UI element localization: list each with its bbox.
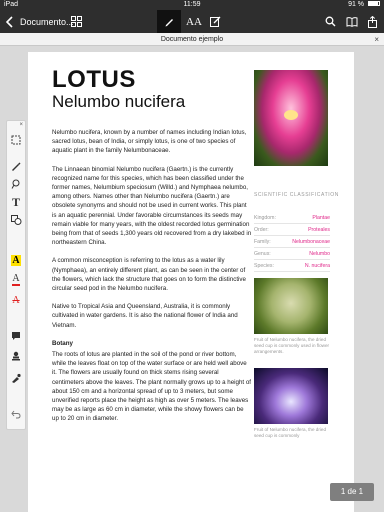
comment-icon — [12, 332, 20, 340]
search-button[interactable] — [322, 10, 338, 33]
classification-value: Plantae — [312, 214, 330, 221]
strikethrough-tool[interactable]: A — [7, 293, 25, 307]
underline-tool[interactable]: A — [7, 273, 25, 287]
battery-indicator: 91 % — [348, 0, 380, 10]
paragraph: A common misconception is referring to t… — [52, 257, 246, 293]
text-tool[interactable]: T — [7, 195, 25, 209]
document-title[interactable]: Documento... — [20, 10, 74, 33]
comment-tool[interactable] — [7, 329, 25, 343]
underline-icon: A — [12, 273, 20, 286]
lotus-bud-image — [254, 368, 328, 424]
page-subtitle: Nelumbo nucifera — [52, 92, 186, 111]
annotation-palette[interactable]: × T A A A — [6, 120, 26, 430]
edit-button[interactable] — [206, 10, 224, 33]
highlight-tool[interactable]: A — [7, 253, 25, 267]
pencil-icon — [12, 162, 21, 171]
classification-value: Nelumbo — [309, 250, 330, 257]
stamp-icon — [12, 351, 20, 361]
select-tool[interactable] — [7, 133, 25, 147]
search-icon — [325, 16, 335, 27]
classification-key: Kingdom: — [254, 214, 276, 221]
strikethrough-icon: A — [12, 294, 20, 306]
paragraph: The Linnaean binomial Nelumbo nucifera (… — [52, 165, 252, 247]
lasso-tool[interactable] — [7, 177, 25, 191]
classification-value: Proteales — [308, 226, 330, 233]
classification-row: Family: Nelumbonaceae — [254, 236, 330, 248]
classification-key: Order: — [254, 226, 269, 233]
classification-row: Genus: Nelumbo — [254, 248, 330, 260]
classification-key: Species: — [254, 262, 274, 269]
classification-key: Genus: — [254, 250, 271, 257]
highlight-icon: A — [11, 254, 21, 266]
paragraph: Nelumbo nucifera, known by a number of n… — [52, 129, 247, 155]
status-bar: iPad 11:59 91 % — [0, 0, 384, 10]
paragraph: Native to Tropical Asia and Queensland, … — [52, 303, 238, 329]
undo-tool[interactable] — [7, 407, 25, 421]
select-icon — [11, 135, 21, 145]
classification-table: Kingdom: Plantae Order: Proteales Family: N… — [254, 212, 330, 272]
classification-value: Nelumbonaceae — [292, 238, 330, 245]
stamp-tool[interactable] — [7, 349, 25, 363]
clock: 11:59 — [183, 1, 201, 8]
thumbnails-button[interactable] — [68, 10, 84, 33]
pen-icon — [165, 19, 173, 27]
signature-tool[interactable] — [7, 371, 25, 385]
document-name: Documento ejemplo — [160, 36, 224, 43]
pencil-tool[interactable] — [7, 159, 25, 173]
book-icon — [346, 16, 358, 27]
document-page[interactable]: LOTUS Nelumbo nucifera Nelumbo nucifera,… — [28, 52, 354, 512]
close-document-button[interactable]: × — [374, 33, 379, 46]
battery-icon — [368, 0, 380, 6]
signature-icon — [12, 373, 21, 383]
chevron-left-icon — [6, 15, 13, 28]
grid-icon — [70, 16, 82, 27]
lotus-flower-image — [254, 70, 328, 166]
classification-row: Species: N. nucifera — [254, 260, 330, 272]
undo-icon — [11, 410, 21, 419]
back-button[interactable] — [4, 10, 16, 33]
image-caption: Fruit of Nelumbo nucifera, the dried see… — [254, 337, 330, 354]
lasso-icon — [11, 179, 20, 189]
palette-close-button[interactable]: × — [19, 122, 23, 128]
section-heading-botany: Botany — [52, 339, 73, 347]
flower-center — [284, 110, 298, 120]
page-title: LOTUS — [52, 66, 136, 93]
document-name-bar: Documento ejemplo × — [0, 33, 384, 46]
shapes-tool[interactable] — [7, 213, 25, 227]
edit-icon — [209, 16, 220, 27]
share-button[interactable] — [364, 10, 380, 33]
seed-pod-image — [254, 278, 328, 334]
image-caption: Fruit of Nelumbo nucifera, the dried see… — [254, 427, 327, 438]
battery-percent: 91 % — [348, 1, 365, 8]
text-size-button[interactable]: AA — [184, 10, 204, 33]
classification-title: SCIENTIFIC CLASSIFICATION — [254, 192, 339, 198]
page-indicator: 1 de 1 — [330, 483, 374, 501]
outline-button[interactable] — [344, 10, 360, 33]
article-body: Nelumbo nucifera, known by a number of n… — [52, 128, 252, 433]
share-icon — [367, 15, 377, 28]
shapes-icon — [10, 215, 21, 225]
classification-row: Order: Proteales — [254, 224, 330, 236]
classification-row: Kingdom: Plantae — [254, 212, 330, 224]
annotate-button[interactable] — [157, 10, 181, 33]
paragraph: The roots of lotus are planted in the so… — [52, 351, 252, 423]
app-toolbar: Documento... AA — [0, 10, 384, 33]
classification-value: N. nucifera — [304, 262, 330, 269]
classification-key: Family: — [254, 238, 271, 245]
